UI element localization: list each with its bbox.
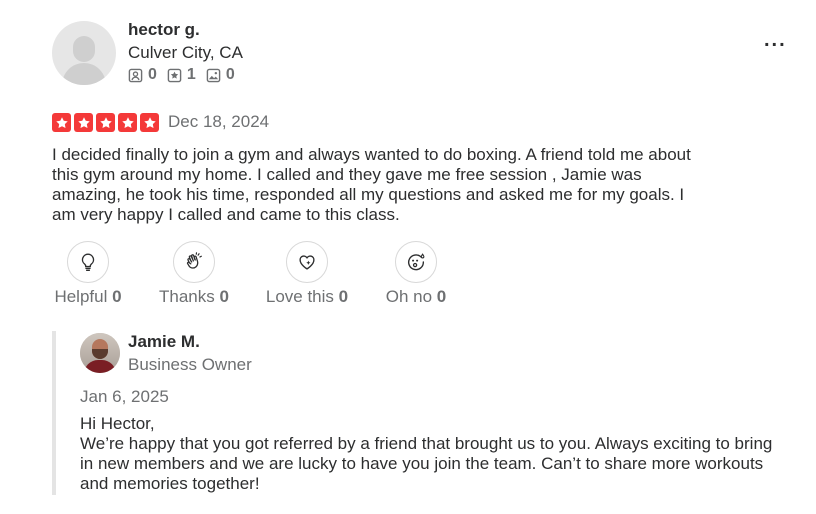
photos-icon bbox=[206, 68, 221, 82]
reviews-count: 1 bbox=[186, 66, 196, 83]
star-icon bbox=[118, 113, 137, 132]
owner-avatar[interactable] bbox=[80, 333, 120, 373]
owner-name[interactable]: Jamie M. bbox=[128, 332, 200, 352]
love-this-count: 0 bbox=[338, 287, 349, 306]
photos-count: 0 bbox=[225, 66, 235, 83]
thanks-reaction[interactable]: Thanks 0 bbox=[158, 241, 230, 307]
heart-sparkle-icon bbox=[299, 255, 315, 270]
thanks-count: 0 bbox=[219, 287, 229, 306]
love-this-label: Love this 0 bbox=[265, 287, 349, 306]
oh-no-button[interactable] bbox=[395, 241, 437, 283]
friends-count: 0 bbox=[148, 66, 157, 83]
owner-role: Business Owner bbox=[128, 355, 252, 374]
reviews-stat: 1 bbox=[167, 66, 196, 84]
review-text: I decided finally to join a gym and alwa… bbox=[52, 145, 691, 224]
star-icon bbox=[96, 113, 115, 132]
reviewer-stats: 0 1 0 bbox=[128, 66, 235, 84]
star-icon bbox=[52, 113, 71, 132]
thanks-label: Thanks 0 bbox=[159, 287, 229, 306]
friends-icon bbox=[128, 68, 143, 82]
oh-no-count: 0 bbox=[436, 287, 447, 306]
more-options-icon[interactable]: ... bbox=[764, 30, 787, 50]
star-rating bbox=[52, 113, 159, 132]
reply-body: We’re happy that you got referred by a f… bbox=[80, 434, 773, 493]
helpful-label: Helpful 0 bbox=[54, 287, 122, 306]
owner-reply: Jamie M. Business Owner Jan 6, 2025 Hi H… bbox=[52, 331, 782, 495]
friends-stat: 0 bbox=[128, 66, 157, 84]
reply-greeting: Hi Hector, bbox=[80, 414, 155, 433]
thanks-button[interactable] bbox=[173, 241, 215, 283]
photos-stat: 0 bbox=[206, 66, 235, 84]
helpful-button[interactable] bbox=[67, 241, 109, 283]
reply-text: Hi Hector, We’re happy that you got refe… bbox=[80, 414, 780, 494]
lightbulb-icon bbox=[81, 253, 95, 271]
reviewer-location: Culver City, CA bbox=[128, 43, 243, 62]
helpful-count: 0 bbox=[112, 287, 122, 306]
star-icon bbox=[74, 113, 93, 132]
reviews-icon bbox=[167, 68, 182, 82]
review-date: Dec 18, 2024 bbox=[168, 112, 270, 131]
love-this-reaction[interactable]: Love this 0 bbox=[264, 241, 350, 307]
surprised-face-icon bbox=[408, 253, 425, 271]
oh-no-label: Oh no 0 bbox=[385, 287, 447, 306]
reviewer-avatar[interactable] bbox=[52, 21, 116, 85]
love-this-button[interactable] bbox=[286, 241, 328, 283]
clapping-hands-icon bbox=[186, 252, 202, 269]
reply-date: Jan 6, 2025 bbox=[80, 387, 169, 406]
review-card: hector g. Culver City, CA 0 1 0 ... Dec … bbox=[0, 0, 816, 514]
star-icon bbox=[140, 113, 159, 132]
oh-no-reaction[interactable]: Oh no 0 bbox=[384, 241, 448, 307]
helpful-reaction[interactable]: Helpful 0 bbox=[52, 241, 124, 307]
reviewer-name[interactable]: hector g. bbox=[128, 20, 200, 40]
